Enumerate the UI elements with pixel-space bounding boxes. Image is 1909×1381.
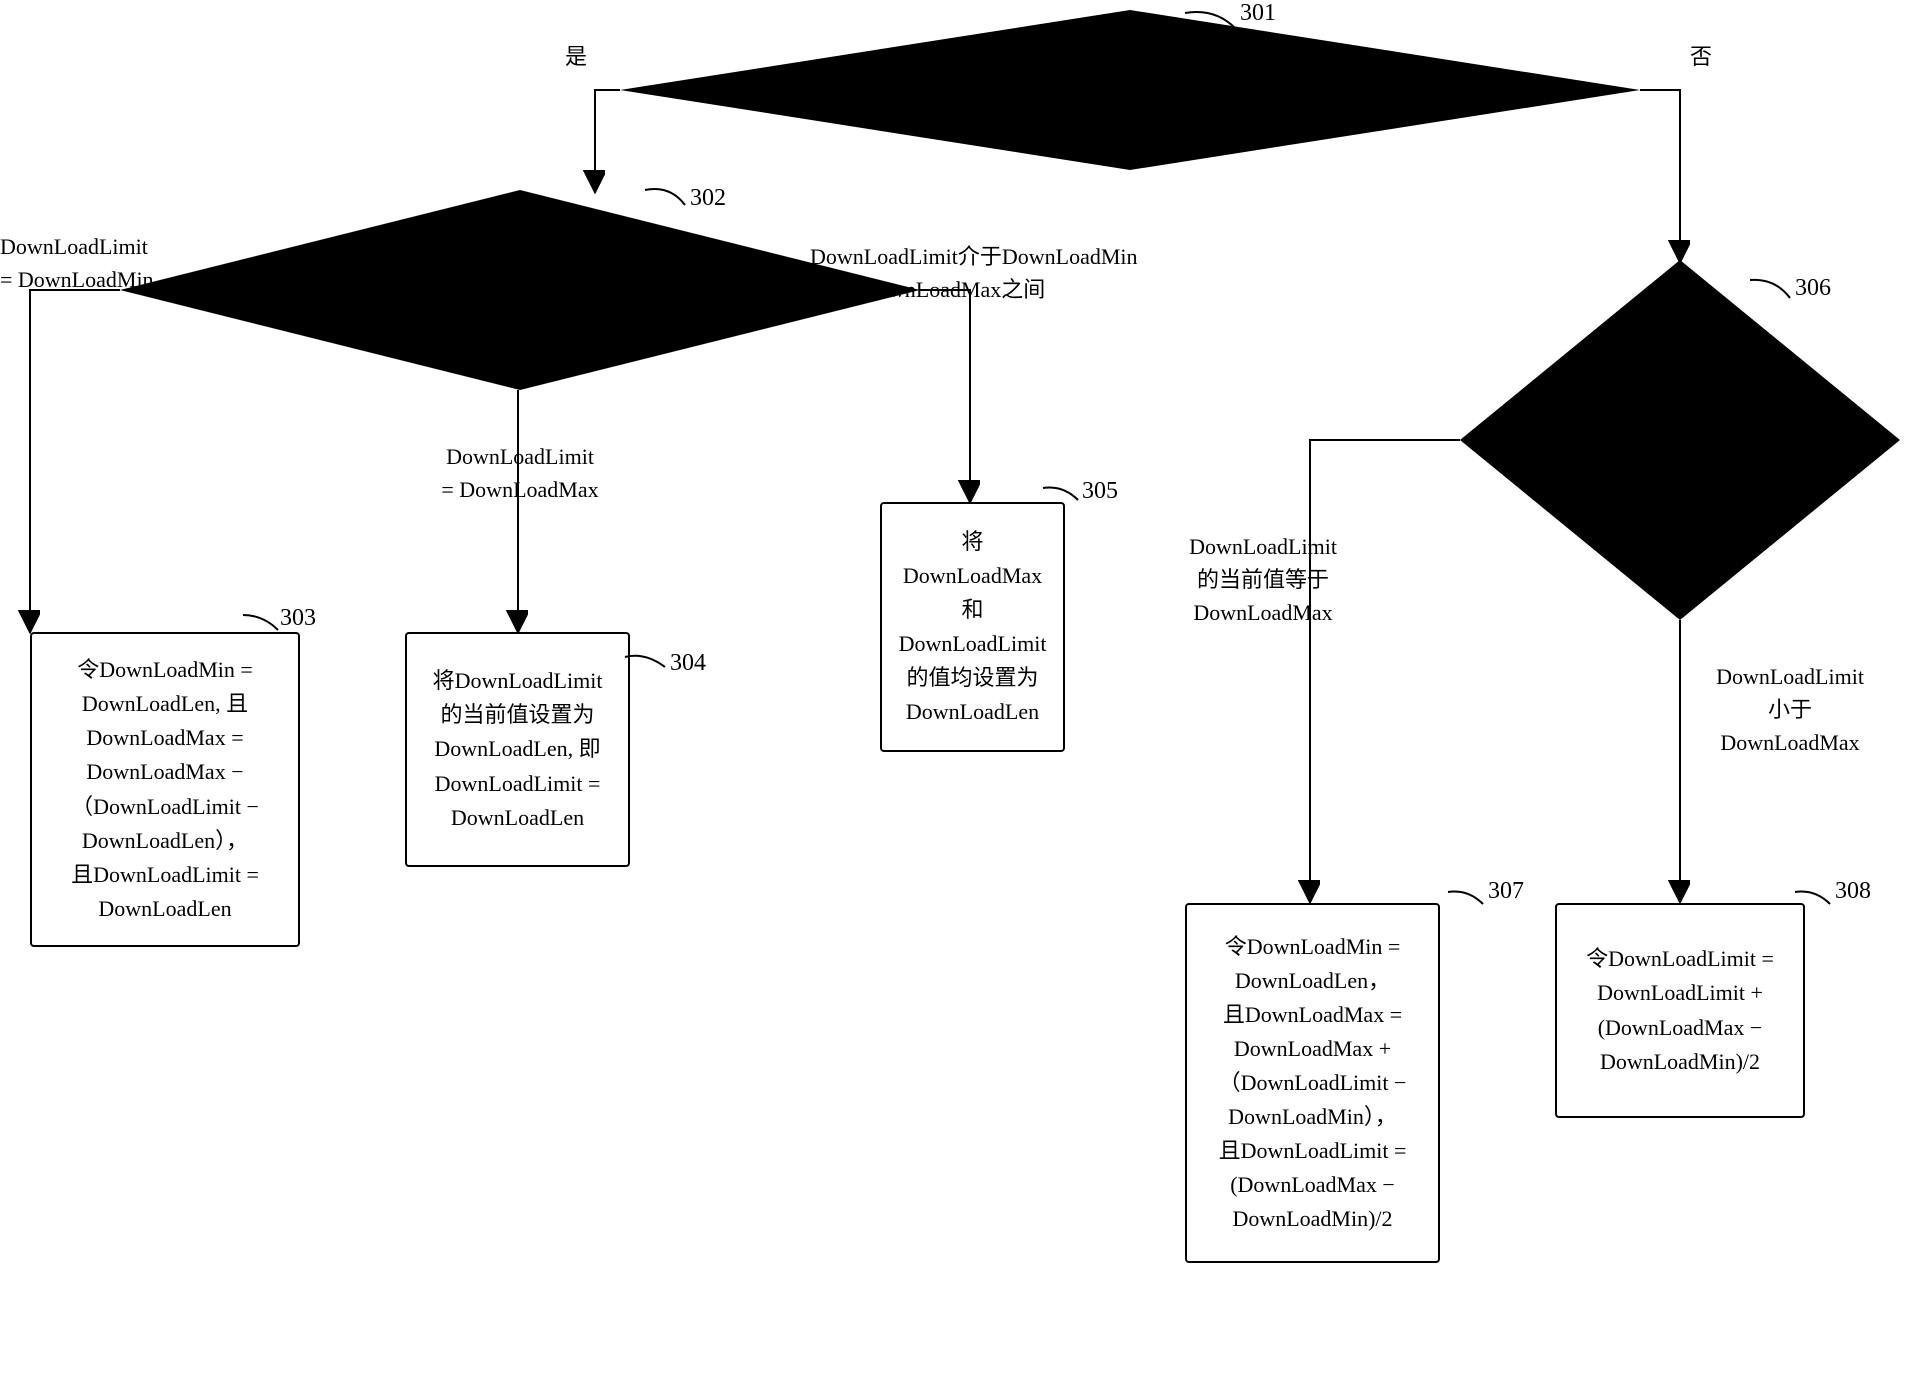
edge-302-305-line2: 和DownLoadMax之间 [810,277,1045,302]
process-304-text: 将DownLoadLimit的当前值设置为DownLoadLen, 即DownL… [433,664,603,834]
edge-label-no: 否 [1690,40,1712,73]
decision-306: 判断 DownLoadLimit 的当前值与阈值估算范围 DownLoadMin… [1530,330,1830,535]
decision-302-line2: 当前值与阈值估算范围DownLoadMin至 [336,270,714,295]
edge-302-303-line1: DownLoadLimit [0,234,148,259]
decision-302-line3: DownLoadMax的大小关系 [400,304,649,329]
edge-306-307-line2: 的当前值等于 [1197,567,1329,592]
ref-308: 308 [1835,878,1871,905]
edge-302-305-line1: DownLoadLimit介于DownLoadMin [810,244,1138,269]
decision-306-line3: 的当前值与阈值估算范围 [1559,402,1801,427]
edge-306-308-line2: 小于 [1768,697,1812,722]
ref-304: 304 [670,650,706,677]
decision-301-line1: 移动终端判断 [1064,29,1196,54]
process-304: 将DownLoadLimit的当前值设置为DownLoadLen, 即DownL… [405,632,630,867]
edge-302-304-line2: = DownLoadMax [441,477,598,502]
decision-302-line1: 判断DownLoadLimit的 [418,236,632,261]
flowchart-stage: 是 否 DownLoadLimit = DownLoadMin DownLoad… [0,0,1909,1381]
decision-301: 移动终端判断 所获取的DownLoadLen是否小于当前阈值 DownLoadL… [870,25,1390,127]
decision-306-line6: 的大小关系 [1625,504,1735,529]
edge-302-304-line1: DownLoadLimit [446,444,594,469]
edge-302-303-line2: = DownLoadMin [0,267,154,292]
ref-302: 302 [690,185,726,212]
decision-301-line3: DownLoadLimit [1056,97,1204,122]
decision-306-line4: DownLoadMin [1612,436,1748,461]
ref-303: 303 [280,605,316,632]
process-303: 令DownLoadMin =DownLoadLen, 且DownLoadMax … [30,632,300,947]
edge-label-yes: 是 [565,40,587,73]
edge-306-308-line3: DownLoadMax [1720,730,1859,755]
process-308: 令DownLoadLimit =DownLoadLimit +(DownLoad… [1555,903,1805,1118]
ref-306: 306 [1795,275,1831,302]
decision-302: 判断DownLoadLimit的 当前值与阈值估算范围DownLoadMin至 … [290,232,760,334]
edge-label-306-308: DownLoadLimit 小于 DownLoadMax [1680,660,1900,759]
decision-306-line5: 至DownLoadMax [1599,470,1760,495]
ref-307: 307 [1488,878,1524,905]
process-307-text: 令DownLoadMin =DownLoadLen，且DownLoadMax =… [1219,930,1407,1237]
ref-305: 305 [1082,478,1118,505]
edge-306-307-line1: DownLoadLimit [1189,534,1337,559]
process-305-text: 将DownLoadMax和DownLoadLimit的值均设置为DownLoad… [899,525,1047,730]
edge-306-307-line3: DownLoadMax [1193,600,1332,625]
process-305: 将DownLoadMax和DownLoadLimit的值均设置为DownLoad… [880,502,1065,752]
edge-306-308-line1: DownLoadLimit [1716,664,1864,689]
decision-301-line2: 所获取的DownLoadLen是否小于当前阈值 [931,63,1328,88]
edge-label-302-305: DownLoadLimit介于DownLoadMin 和DownLoadMax之… [810,240,1250,306]
edge-label-302-304: DownLoadLimit = DownLoadMax [415,440,625,506]
process-307: 令DownLoadMin =DownLoadLen，且DownLoadMax =… [1185,903,1440,1263]
decision-306-line2: DownLoadLimit [1606,368,1754,393]
process-308-text: 令DownLoadLimit =DownLoadLimit +(DownLoad… [1586,942,1774,1078]
process-303-text: 令DownLoadMin =DownLoadLen, 且DownLoadMax … [71,653,259,926]
edge-label-302-303: DownLoadLimit = DownLoadMin [0,230,190,296]
edge-label-306-307: DownLoadLimit 的当前值等于 DownLoadMax [1143,530,1383,629]
decision-306-line1: 判断 [1658,334,1702,359]
ref-301: 301 [1240,0,1276,27]
